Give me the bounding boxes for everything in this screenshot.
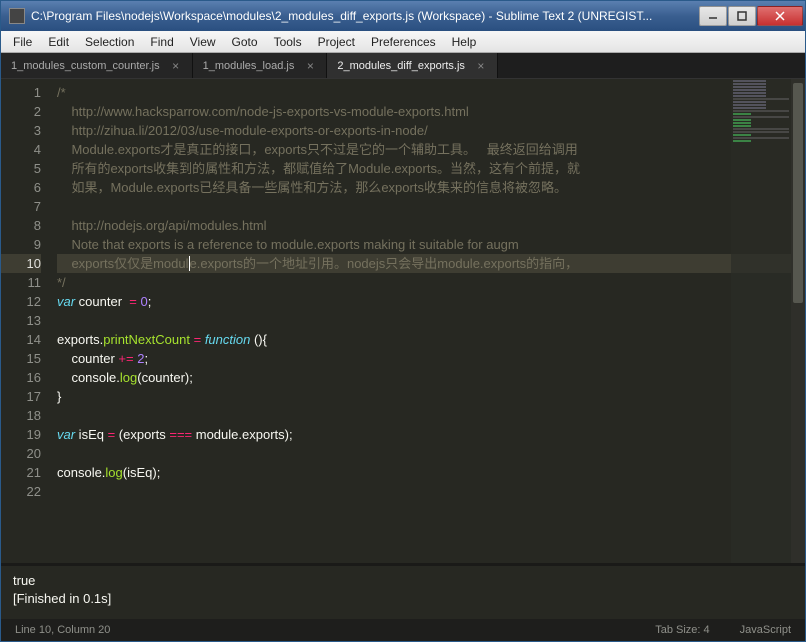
menu-project[interactable]: Project: [310, 33, 363, 51]
menu-find[interactable]: Find: [142, 33, 181, 51]
code-line[interactable]: */: [57, 273, 805, 292]
menu-tools[interactable]: Tools: [266, 33, 310, 51]
cursor-position: Line 10, Column 20: [15, 624, 110, 636]
menu-goto[interactable]: Goto: [224, 33, 266, 51]
code-line[interactable]: }: [57, 387, 805, 406]
line-number: 21: [1, 463, 41, 482]
menu-selection[interactable]: Selection: [77, 33, 142, 51]
code-line[interactable]: http://nodejs.org/api/modules.html: [57, 216, 805, 235]
code-line[interactable]: [57, 482, 805, 501]
code-line[interactable]: Module.exports才是真正的接口，exports只不过是它的一个辅助工…: [57, 140, 805, 159]
line-number: 17: [1, 387, 41, 406]
menu-view[interactable]: View: [182, 33, 224, 51]
line-number: 1: [1, 83, 41, 102]
app-window: C:\Program Files\nodejs\Workspace\module…: [0, 0, 806, 642]
line-number: 6: [1, 178, 41, 197]
code-line[interactable]: exports.printNextCount = function (){: [57, 330, 805, 349]
tab-label: 1_modules_load.js: [203, 60, 295, 72]
tab-label: 1_modules_custom_counter.js: [11, 60, 160, 72]
window-controls: [698, 6, 803, 26]
titlebar[interactable]: C:\Program Files\nodejs\Workspace\module…: [1, 1, 805, 31]
gutter: 12345678910111213141516171819202122: [1, 79, 51, 563]
line-number: 2: [1, 102, 41, 121]
code-area[interactable]: /* http://www.hacksparrow.com/node-js-ex…: [51, 79, 805, 563]
code-line[interactable]: exports仅仅是module.exports的一个地址引用。nodejs只会…: [57, 254, 805, 273]
code-line[interactable]: http://zihua.li/2012/03/use-module-expor…: [57, 121, 805, 140]
code-line[interactable]: [57, 406, 805, 425]
menu-preferences[interactable]: Preferences: [363, 33, 444, 51]
code-line[interactable]: var counter = 0;: [57, 292, 805, 311]
line-number: 14: [1, 330, 41, 349]
line-number: 11: [1, 273, 41, 292]
tab-label: 2_modules_diff_exports.js: [337, 60, 465, 72]
window-title: C:\Program Files\nodejs\Workspace\module…: [31, 9, 698, 23]
build-output[interactable]: true [Finished in 0.1s]: [1, 563, 805, 619]
vertical-scrollbar[interactable]: [791, 79, 805, 563]
close-icon[interactable]: ×: [475, 60, 487, 72]
syntax-indicator[interactable]: JavaScript: [740, 624, 791, 636]
code-line[interactable]: Note that exports is a reference to modu…: [57, 235, 805, 254]
menu-file[interactable]: File: [5, 33, 40, 51]
line-number: 15: [1, 349, 41, 368]
menu-help[interactable]: Help: [444, 33, 485, 51]
line-number: 19: [1, 425, 41, 444]
line-number: 3: [1, 121, 41, 140]
line-number: 4: [1, 140, 41, 159]
scroll-thumb[interactable]: [793, 83, 803, 303]
menubar: FileEditSelectionFindViewGotoToolsProjec…: [1, 31, 805, 53]
close-icon[interactable]: ×: [304, 60, 316, 72]
app-icon: [9, 8, 25, 24]
code-line[interactable]: 所有的exports收集到的属性和方法，都赋值给了Module.exports。…: [57, 159, 805, 178]
code-line[interactable]: [57, 197, 805, 216]
line-number: 12: [1, 292, 41, 311]
line-number: 16: [1, 368, 41, 387]
editor[interactable]: 12345678910111213141516171819202122 /* h…: [1, 79, 805, 563]
console-line: [Finished in 0.1s]: [13, 591, 111, 606]
file-tab[interactable]: 1_modules_load.js ×: [193, 53, 328, 78]
tab-size-indicator[interactable]: Tab Size: 4: [655, 624, 709, 636]
maximize-button[interactable]: [728, 6, 756, 26]
code-line[interactable]: 如果，Module.exports已经具备一些属性和方法，那么exports收集…: [57, 178, 805, 197]
code-line[interactable]: [57, 444, 805, 463]
menu-edit[interactable]: Edit: [40, 33, 77, 51]
line-number: 7: [1, 197, 41, 216]
line-number: 13: [1, 311, 41, 330]
tabbar: 1_modules_custom_counter.js×1_modules_lo…: [1, 53, 805, 79]
code-line[interactable]: /*: [57, 83, 805, 102]
code-line[interactable]: [57, 311, 805, 330]
file-tab[interactable]: 2_modules_diff_exports.js ×: [327, 53, 498, 78]
line-number: 10: [1, 254, 41, 273]
code-line[interactable]: counter += 2;: [57, 349, 805, 368]
line-number: 8: [1, 216, 41, 235]
code-line[interactable]: console.log(counter);: [57, 368, 805, 387]
code-line[interactable]: console.log(isEq);: [57, 463, 805, 482]
minimap[interactable]: [731, 79, 791, 563]
minimize-button[interactable]: [699, 6, 727, 26]
line-number: 22: [1, 482, 41, 501]
line-number: 5: [1, 159, 41, 178]
line-number: 20: [1, 444, 41, 463]
code-line[interactable]: http://www.hacksparrow.com/node-js-expor…: [57, 102, 805, 121]
close-button[interactable]: [757, 6, 803, 26]
close-icon[interactable]: ×: [170, 60, 182, 72]
line-number: 9: [1, 235, 41, 254]
code-line[interactable]: var isEq = (exports === module.exports);: [57, 425, 805, 444]
console-line: true: [13, 573, 35, 588]
file-tab[interactable]: 1_modules_custom_counter.js ×: [1, 53, 193, 78]
line-number: 18: [1, 406, 41, 425]
statusbar: Line 10, Column 20 Tab Size: 4 JavaScrip…: [1, 619, 805, 641]
